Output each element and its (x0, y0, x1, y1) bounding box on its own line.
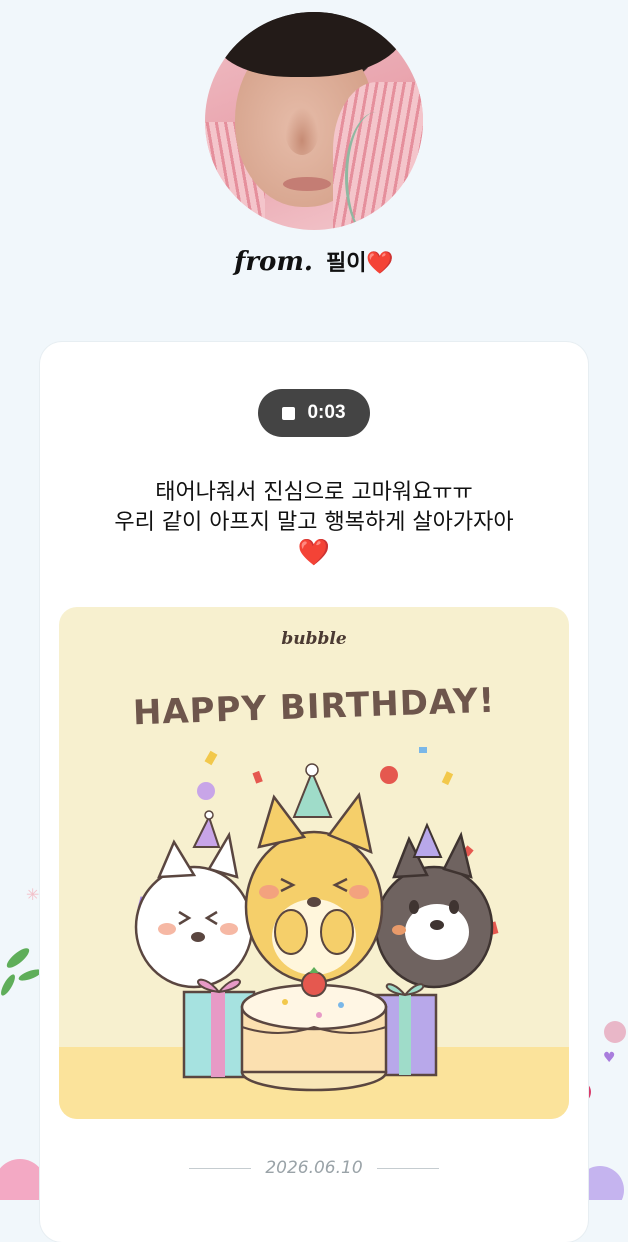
birthday-card-image: bubble HAPPY BIRTHDAY! (59, 607, 569, 1119)
svg-text:♥: ♥ (603, 1050, 616, 1066)
from-prefix: from. (234, 247, 313, 277)
voice-message-player[interactable]: 0:03 (258, 389, 370, 437)
message-line-1: 태어나줘서 진심으로 고마워요ㅠㅠ (155, 480, 473, 505)
letter-date: 2026.06.10 (0, 1158, 628, 1178)
avatar-earphone-cord (345, 112, 408, 230)
sender-line: from. 필이❤️ (0, 245, 628, 277)
avatar-nose (285, 107, 319, 155)
voice-duration: 0:03 (307, 402, 346, 423)
heart-emoji: ❤️ (297, 538, 331, 568)
message-line-2: 우리 같이 아프지 말고 행복하게 살아가자아 (114, 510, 514, 535)
profile-avatar[interactable] (205, 12, 423, 230)
sender-name: 필이❤️ (325, 251, 394, 276)
stop-icon[interactable] (282, 406, 296, 420)
avatar-mouth (283, 177, 331, 191)
birthday-illustration (134, 747, 499, 1092)
avatar-hair (215, 12, 405, 77)
svg-text:✳: ✳ (26, 885, 39, 904)
letter-message: 태어나줘서 진심으로 고마워요ㅠㅠ 우리 같이 아프지 말고 행복하게 살아가자… (60, 478, 568, 568)
date-divider-right (376, 1167, 439, 1169)
date-text: 2026.06.10 (265, 1158, 363, 1178)
date-divider-left (189, 1167, 252, 1169)
